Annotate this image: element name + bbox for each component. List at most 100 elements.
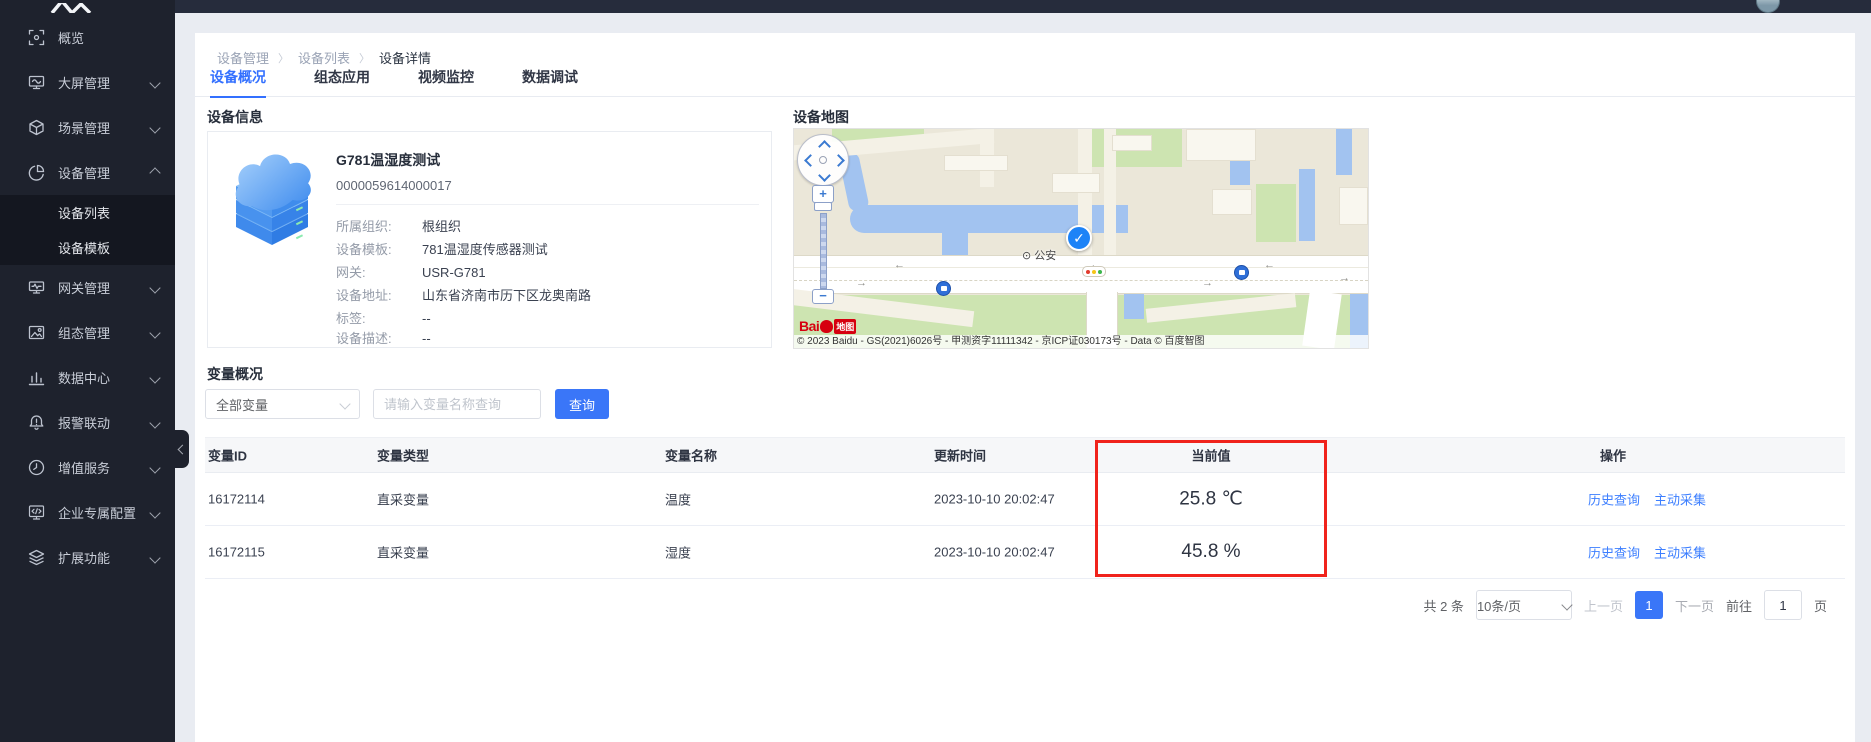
bus-station-icon — [936, 281, 951, 296]
manual-collect-link[interactable]: 主动采集 — [1654, 490, 1706, 509]
main-content: 设备管理 〉 设备列表 〉 设备详情 设备概况 组态应用 视频监控 数据调试 设… — [195, 33, 1855, 742]
cell-variable-type: 直采变量 — [377, 543, 429, 562]
map-water — [1230, 161, 1250, 185]
sidebar-item-scene[interactable]: 场景管理 — [0, 105, 175, 150]
prev-page-button[interactable]: 上一页 — [1584, 596, 1623, 615]
goto-page-input[interactable] — [1764, 590, 1802, 620]
sidebar-item-label: 概览 — [58, 28, 84, 47]
history-query-link[interactable]: 历史查询 — [1588, 490, 1640, 509]
cell-current-value: 25.8 ℃ — [1095, 488, 1327, 511]
cell-variable-name: 湿度 — [665, 543, 691, 562]
sidebar-item-extension[interactable]: 扩展功能 — [0, 535, 175, 580]
tab-configuration-app[interactable]: 组态应用 — [314, 68, 370, 96]
total-count: 共 2 条 — [1423, 596, 1463, 615]
monitor-wave-icon — [28, 74, 45, 91]
cell-actions: 历史查询 主动采集 — [1588, 543, 1706, 562]
next-page-button[interactable]: 下一页 — [1675, 596, 1714, 615]
field-description: 设备描述: -- — [336, 331, 431, 347]
sidebar-item-bigscreen[interactable]: 大屏管理 — [0, 60, 175, 105]
detail-tabs: 设备概况 组态应用 视频监控 数据调试 — [195, 68, 1855, 97]
zoom-out-button[interactable]: − — [812, 289, 834, 304]
breadcrumb-device-mgmt[interactable]: 设备管理 — [217, 48, 269, 67]
zoom-slider-track[interactable] — [820, 213, 827, 289]
cube-icon — [28, 119, 45, 136]
cell-actions: 历史查询 主动采集 — [1588, 490, 1706, 509]
history-query-link[interactable]: 历史查询 — [1588, 543, 1640, 562]
divider — [336, 204, 759, 205]
breadcrumb: 设备管理 〉 设备列表 〉 设备详情 — [217, 48, 431, 67]
map-direction-arrow: → — [856, 278, 867, 289]
cell-update-time: 2023-10-10 20:02:47 — [934, 492, 1055, 507]
pan-left-icon[interactable] — [804, 154, 817, 167]
chevron-down-icon — [149, 122, 160, 133]
sidebar-item-label: 组态管理 — [58, 323, 110, 342]
pan-up-icon[interactable] — [818, 140, 831, 153]
pan-center-dot — [819, 156, 827, 164]
chevron-down-icon — [149, 507, 160, 518]
map-pan-control[interactable] — [797, 134, 849, 186]
sidebar-item-overview[interactable]: 概览 — [0, 15, 175, 60]
sidebar-item-configuration[interactable]: 组态管理 — [0, 310, 175, 355]
breadcrumb-separator: 〉 — [359, 50, 370, 66]
zoom-in-button[interactable]: + — [812, 185, 834, 203]
device-name: G781温湿度测试 — [336, 150, 440, 170]
clock-icon — [28, 459, 45, 476]
sidebar-item-alarm[interactable]: 报警联动 — [0, 400, 175, 445]
chevron-down-icon — [149, 372, 160, 383]
zoom-slider-handle[interactable] — [814, 202, 832, 211]
sidebar-subitem-device-template[interactable]: 设备模板 — [0, 230, 175, 265]
tab-data-debug[interactable]: 数据调试 — [522, 68, 578, 96]
map-water — [1336, 129, 1352, 175]
chevron-down-icon — [149, 417, 160, 428]
field-tags: 标签: -- — [336, 311, 431, 327]
tab-video-monitor[interactable]: 视频监控 — [418, 68, 474, 96]
sidebar-item-device[interactable]: 设备管理 — [0, 150, 175, 195]
page-size-select[interactable]: 10条/页 — [1476, 590, 1572, 620]
device-info-title: 设备信息 — [207, 107, 263, 127]
map-direction-arrow: → — [1202, 278, 1213, 289]
breadcrumb-device-list[interactable]: 设备列表 — [298, 48, 350, 67]
sidebar-item-gateway[interactable]: 网关管理 — [0, 265, 175, 310]
sidebar-item-valueadded[interactable]: 增值服务 — [0, 445, 175, 490]
cell-update-time: 2023-10-10 20:02:47 — [934, 545, 1055, 560]
device-location-marker[interactable]: ✓ — [1066, 225, 1092, 251]
goto-unit: 页 — [1814, 596, 1827, 615]
user-avatar[interactable] — [1756, 0, 1780, 13]
variable-search-input[interactable] — [373, 389, 541, 419]
breadcrumb-separator: 〉 — [278, 50, 289, 66]
scan-overview-icon — [28, 29, 45, 46]
pan-right-icon[interactable] — [832, 154, 845, 167]
col-update-time: 更新时间 — [934, 446, 986, 465]
map-main-road — [794, 255, 1368, 294]
field-gateway: 网关: USR-G781 — [336, 265, 486, 281]
sidebar-item-label: 大屏管理 — [58, 73, 110, 92]
bar-chart-icon — [28, 369, 45, 386]
col-variable-type: 变量类型 — [377, 446, 429, 465]
chevron-down-icon — [149, 282, 160, 293]
field-address: 设备地址: 山东省济南市历下区龙奥南路 — [336, 288, 591, 304]
device-image — [222, 142, 322, 259]
map-building — [1212, 189, 1252, 215]
variable-type-select[interactable]: 全部变量 — [205, 389, 360, 419]
tab-device-overview[interactable]: 设备概况 — [210, 68, 266, 98]
sidebar-item-label: 网关管理 — [58, 278, 110, 297]
page-number-1[interactable]: 1 — [1635, 591, 1663, 619]
bus-station-icon — [1234, 265, 1249, 280]
sidebar-subitem-label: 设备模板 — [58, 238, 110, 257]
baidu-map-canvas[interactable]: ← ← ← → → → ⊙ 公安 ✓ + − Bai 地图 — [793, 128, 1369, 349]
pan-down-icon[interactable] — [818, 169, 831, 182]
pagination: 共 2 条 10条/页 上一页 1 下一页 前往 页 — [1423, 590, 1827, 620]
baidu-logo: Bai 地图 — [799, 318, 856, 334]
sidebar-item-enterprise[interactable]: 企业专属配置 — [0, 490, 175, 535]
map-building — [1112, 135, 1152, 151]
sidebar-collapse-handle[interactable] — [175, 430, 189, 468]
chevron-down-icon — [149, 77, 160, 88]
map-direction-arrow: ← — [1264, 260, 1275, 271]
search-button[interactable]: 查询 — [555, 389, 609, 419]
sidebar-subitem-device-list[interactable]: 设备列表 — [0, 195, 175, 230]
sidebar-item-datacenter[interactable]: 数据中心 — [0, 355, 175, 400]
baidu-paw-icon — [820, 320, 833, 333]
manual-collect-link[interactable]: 主动采集 — [1654, 543, 1706, 562]
sidebar: 概览 大屏管理 场景管理 设备管理 设备列表 — [0, 0, 175, 742]
map-building — [1186, 129, 1256, 161]
